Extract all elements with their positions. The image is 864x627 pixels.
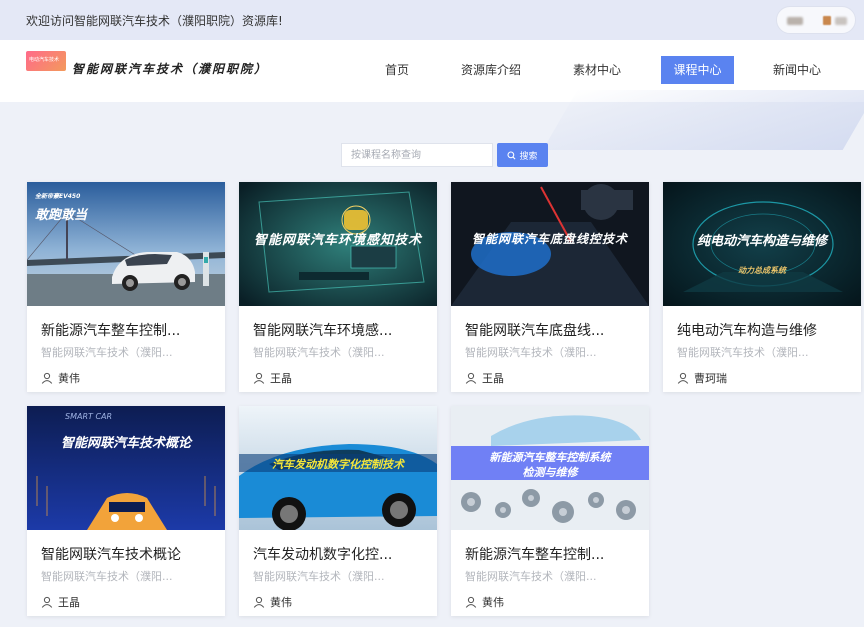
nav-intro[interactable]: 资源库介绍	[455, 56, 527, 84]
course-search-input[interactable]	[341, 143, 493, 167]
teacher-name: 王晶	[58, 596, 80, 609]
course-card[interactable]: 智能网联汽车环境感知技术 智能网联汽车环境感... 智能网联汽车技术（濮阳...…	[239, 182, 437, 392]
course-title[interactable]: 纯电动汽车构造与维修	[677, 320, 857, 340]
search-button[interactable]: 搜索	[497, 143, 548, 167]
user-avatar-blurred	[787, 17, 803, 25]
teacher-name: 王晶	[482, 372, 504, 385]
course-card[interactable]: 全新帝豪EV450 敢跑敢当 新能源汽车整车控制... 智能网联汽车技术（濮阳.…	[27, 182, 225, 392]
course-card[interactable]: SMART CAR 智能网联汽车技术概论 智能网联汽车技术概论 智能网联汽车技术…	[27, 406, 225, 616]
course-card[interactable]: 汽车发动机数字化控制技术 汽车发动机数字化控... 智能网联汽车技术（濮阳...…	[239, 406, 437, 616]
course-subtitle: 智能网联汽车技术（濮阳...	[253, 570, 385, 583]
nav-home[interactable]: 首页	[372, 56, 422, 84]
course-thumbnail[interactable]: SMART CAR 智能网联汽车技术概论	[27, 406, 225, 530]
course-subtitle: 智能网联汽车技术（濮阳...	[677, 346, 809, 359]
teacher-name: 曹珂瑞	[694, 372, 727, 385]
user-icon	[41, 596, 53, 608]
user-icon	[465, 596, 477, 608]
course-thumbnail[interactable]: 全新帝豪EV450 敢跑敢当	[27, 182, 225, 306]
nav-courses[interactable]: 课程中心	[661, 56, 734, 84]
course-thumbnail[interactable]: 汽车发动机数字化控制技术	[239, 406, 437, 530]
course-card[interactable]: 新能源汽车整车控制系统 检测与维修 新能源汽车整车控制... 智能网联汽车技术（…	[451, 406, 649, 616]
nav-news[interactable]: 新闻中心	[764, 56, 830, 84]
teacher-name: 黄伟	[58, 372, 80, 385]
course-subtitle: 智能网联汽车技术（濮阳...	[253, 346, 385, 359]
course-subtitle: 智能网联汽车技术（濮阳...	[41, 570, 173, 583]
background-decoration	[542, 90, 864, 150]
course-thumbnail[interactable]: 纯电动汽车构造与维修 动力总成系统	[663, 182, 861, 306]
course-title[interactable]: 智能网联汽车底盘线...	[465, 320, 645, 340]
teacher-name: 王晶	[270, 372, 292, 385]
user-icon	[253, 596, 265, 608]
user-icon	[253, 372, 265, 384]
search-icon	[507, 150, 516, 159]
course-teacher: 黄伟	[253, 594, 292, 610]
user-icon	[677, 372, 689, 384]
user-icon	[465, 372, 477, 384]
course-card[interactable]: 智能网联汽车底盘线控技术 智能网联汽车底盘线... 智能网联汽车技术（濮阳...…	[451, 182, 649, 392]
course-subtitle: 智能网联汽车技术（濮阳...	[465, 570, 597, 583]
thumb-subcaption: 检测与维修	[522, 466, 578, 479]
course-thumbnail[interactable]: 新能源汽车整车控制系统 检测与维修	[451, 406, 649, 530]
user-icon	[41, 372, 53, 384]
course-card[interactable]: 纯电动汽车构造与维修 动力总成系统 纯电动汽车构造与维修 智能网联汽车技术（濮阳…	[663, 182, 861, 392]
course-subtitle: 智能网联汽车技术（濮阳...	[465, 346, 597, 359]
teacher-name: 黄伟	[270, 596, 292, 609]
thumb-badge: 全新帝豪EV450	[35, 193, 81, 200]
user-icon-blurred	[823, 16, 831, 25]
site-name[interactable]: 智能网联汽车技术（濮阳职院）	[72, 60, 268, 77]
nav-materials[interactable]: 素材中心	[564, 56, 630, 84]
site-logo[interactable]: 电动汽车技术	[26, 51, 66, 71]
thumb-caption: 智能网联汽车技术概论	[60, 436, 191, 451]
welcome-bar: 欢迎访问智能网联汽车技术（濮阳职院）资源库!	[0, 0, 864, 40]
course-title[interactable]: 智能网联汽车技术概论	[41, 544, 221, 564]
course-title[interactable]: 新能源汽车整车控制...	[465, 544, 645, 564]
thumb-caption: 新能源汽车整车控制系统	[489, 451, 611, 464]
course-teacher: 曹珂瑞	[677, 370, 727, 386]
teacher-name: 黄伟	[482, 596, 504, 609]
user-name-blurred	[835, 17, 847, 25]
course-title[interactable]: 汽车发动机数字化控...	[253, 544, 433, 564]
thumb-caption: 智能网联汽车底盘线控技术	[471, 232, 628, 246]
thumb-caption: 汽车发动机数字化控制技术	[272, 458, 404, 471]
course-teacher: 王晶	[465, 370, 504, 386]
thumb-subcaption: 动力总成系统	[738, 266, 786, 275]
thumb-caption: 智能网联汽车环境感知技术	[253, 233, 422, 248]
welcome-text: 欢迎访问智能网联汽车技术（濮阳职院）资源库!	[26, 13, 283, 28]
course-title[interactable]: 新能源汽车整车控制...	[41, 320, 221, 340]
course-title[interactable]: 智能网联汽车环境感...	[253, 320, 433, 340]
thumb-caption: 纯电动汽车构造与维修	[696, 234, 827, 249]
course-teacher: 王晶	[41, 594, 80, 610]
logo-badge-text: 电动汽车技术	[29, 57, 60, 63]
course-teacher: 黄伟	[41, 370, 80, 386]
thumb-badge: SMART CAR	[65, 412, 113, 421]
search-button-label: 搜索	[519, 151, 538, 162]
thumb-caption: 敢跑敢当	[35, 208, 88, 223]
user-menu[interactable]	[776, 6, 856, 34]
course-teacher: 王晶	[253, 370, 292, 386]
course-teacher: 黄伟	[465, 594, 504, 610]
course-subtitle: 智能网联汽车技术（濮阳...	[41, 346, 173, 359]
course-thumbnail[interactable]: 智能网联汽车底盘线控技术	[451, 182, 649, 306]
course-thumbnail[interactable]: 智能网联汽车环境感知技术	[239, 182, 437, 306]
